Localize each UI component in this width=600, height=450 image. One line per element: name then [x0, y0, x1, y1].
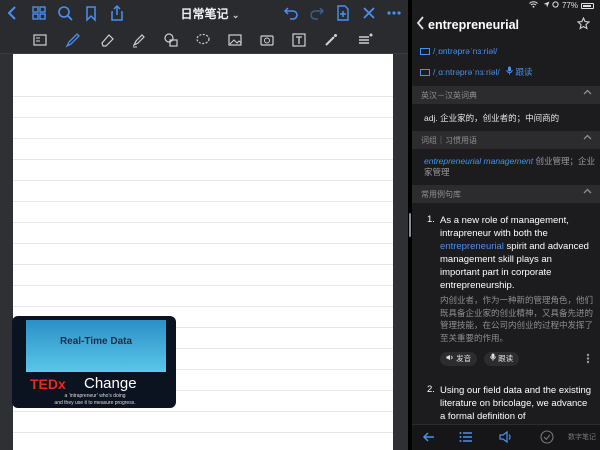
drawing-toolbar — [0, 26, 408, 54]
share-icon[interactable] — [108, 4, 126, 22]
redo-icon[interactable] — [308, 4, 326, 22]
phrase-english: entrepreneurial management — [424, 156, 534, 166]
phrase-item[interactable]: entrepreneurial management 创业管理；企业家管理 — [424, 156, 596, 178]
chevron-down-icon: ⌄ — [231, 10, 240, 20]
pron-uk-text: /ˌɒntrəprəˈnɜːriəl/ — [433, 46, 498, 56]
favorite-star-icon[interactable] — [576, 16, 591, 33]
ruled-line — [13, 411, 393, 412]
brand-logo-icon — [540, 430, 554, 447]
pen-icon[interactable] — [65, 32, 81, 48]
example-2-number: 2. — [427, 384, 435, 395]
shapes-icon[interactable] — [163, 32, 179, 48]
follow-read-button[interactable]: 跟读 — [484, 352, 520, 366]
undo-icon[interactable] — [282, 4, 300, 22]
list-icon[interactable] — [459, 430, 473, 447]
battery-percent: 77% — [561, 1, 578, 10]
chevron-up-icon — [583, 133, 592, 145]
highlighter-icon[interactable] — [131, 32, 147, 48]
back-arrow-icon[interactable] — [422, 430, 436, 447]
follow-read-link[interactable]: 跟读 — [515, 67, 532, 77]
add-page-icon[interactable] — [334, 4, 352, 22]
reader-icon[interactable] — [32, 32, 48, 48]
video-caption-line-1: a ‘intrapreneur’ who’s doing — [64, 393, 126, 399]
video-picture-in-picture[interactable]: Real-Time Data TEDx Change a ‘intraprene… — [12, 316, 176, 408]
pronounce-button[interactable]: 发音 — [440, 352, 478, 366]
ruled-line — [13, 306, 393, 307]
us-flag-icon — [420, 69, 430, 76]
section-dictionary-header[interactable]: 英汉－汉英词典 — [412, 86, 600, 104]
screen: 日常笔记 ⌄ Real-Time Data TEDx Change a ‘int… — [0, 0, 600, 450]
split-view-handle[interactable] — [409, 213, 411, 237]
microphone-icon — [490, 353, 498, 363]
section-phrases-header[interactable]: 词组｜习惯用语 — [412, 131, 600, 149]
pronunciation-uk[interactable]: /ˌɒntrəprəˈnɜːriəl/ — [420, 46, 600, 62]
pron-us-text: /ˌɑːntrəprəˈnɜːriəl/ — [433, 67, 500, 77]
text-icon[interactable] — [291, 32, 307, 48]
ruled-line — [13, 96, 393, 97]
example-1-text-a: As a new role of management, intrapreneu… — [440, 215, 569, 239]
section-examples-header[interactable]: 常用例句库 — [412, 185, 600, 203]
eraser-icon[interactable] — [99, 32, 115, 48]
more-vertical-icon[interactable] — [586, 353, 590, 367]
more-icon[interactable] — [385, 4, 403, 22]
video-slide-title: Real-Time Data — [59, 336, 133, 347]
section-examples-title: 常用例句库 — [421, 190, 461, 199]
ted-logo: TEDx — [30, 376, 66, 392]
back-icon[interactable] — [4, 4, 22, 22]
uk-flag-icon — [420, 48, 430, 55]
definition-text: adj. 企业家的，创业者的；中间商的 — [424, 113, 560, 123]
section-phrases-title: 词组｜习惯用语 — [421, 136, 477, 145]
ruled-line — [13, 180, 393, 181]
ruled-line — [13, 264, 393, 265]
search-icon[interactable] — [56, 4, 74, 22]
section-dictionary-title: 英汉－汉英词典 — [421, 91, 477, 100]
ruled-line — [13, 201, 393, 202]
close-icon[interactable] — [360, 4, 378, 22]
menu-icon[interactable] — [357, 32, 373, 48]
dictionary-app: 77% entrepreneurial /ˌɒntrəprəˈnɜːriəl/ … — [412, 0, 600, 450]
ruled-line — [13, 285, 393, 286]
sync-icon — [552, 1, 559, 10]
back-icon[interactable] — [416, 15, 425, 36]
wifi-icon — [529, 1, 538, 10]
ruled-line — [13, 159, 393, 160]
image-icon[interactable] — [227, 32, 243, 48]
camera-icon[interactable] — [259, 32, 275, 48]
lasso-icon[interactable] — [195, 32, 211, 48]
example-2-english: Using our field data and the existing li… — [440, 385, 592, 422]
status-bar: 77% — [412, 0, 600, 12]
follow-read-label: 跟读 — [498, 354, 514, 363]
laser-pointer-icon[interactable] — [323, 32, 339, 48]
change-logo: Change — [84, 375, 137, 392]
speaker-icon — [446, 354, 456, 363]
chevron-up-icon — [583, 187, 592, 199]
page-area: Real-Time Data TEDx Change a ‘intraprene… — [0, 54, 408, 450]
ruled-line — [13, 432, 393, 433]
dictionary-header: entrepreneurial — [412, 12, 600, 40]
watermark-text: 数字笔记 — [568, 434, 596, 441]
notebook-title-text: 日常笔记 — [180, 7, 229, 21]
ruled-line — [13, 222, 393, 223]
notes-app: 日常笔记 ⌄ Real-Time Data TEDx Change a ‘int… — [0, 0, 408, 450]
location-icon — [543, 1, 550, 10]
pronounce-label: 发音 — [456, 354, 472, 363]
video-caption-line-2: and they use it to measure progress. — [54, 400, 136, 406]
notes-top-bar: 日常笔记 ⌄ — [0, 0, 408, 26]
speaker-icon[interactable] — [499, 430, 513, 447]
example-1-highlight[interactable]: entrepreneurial — [440, 241, 504, 252]
notebook-title[interactable]: 日常笔记 ⌄ — [170, 5, 250, 22]
example-1-number: 1. — [427, 214, 435, 225]
pronunciation-us[interactable]: /ˌɑːntrəprəˈnɜːriəl/ 跟读 — [420, 66, 600, 82]
headword: entrepreneurial — [428, 18, 520, 32]
battery-icon — [581, 3, 594, 9]
ruled-line — [13, 117, 393, 118]
ruled-line — [13, 138, 393, 139]
example-1-english: As a new role of management, intrapreneu… — [440, 214, 594, 292]
chevron-up-icon — [583, 88, 592, 100]
dictionary-bottom-bar: 数字笔记 — [412, 424, 600, 450]
example-1-chinese: 内创业者，作为一种新的管理角色，他们既具备企业家的创业精神，又具备先进的管理技能… — [440, 295, 594, 343]
grid-icon[interactable] — [30, 4, 48, 22]
ruled-line — [13, 243, 393, 244]
bookmark-icon[interactable] — [82, 4, 100, 22]
